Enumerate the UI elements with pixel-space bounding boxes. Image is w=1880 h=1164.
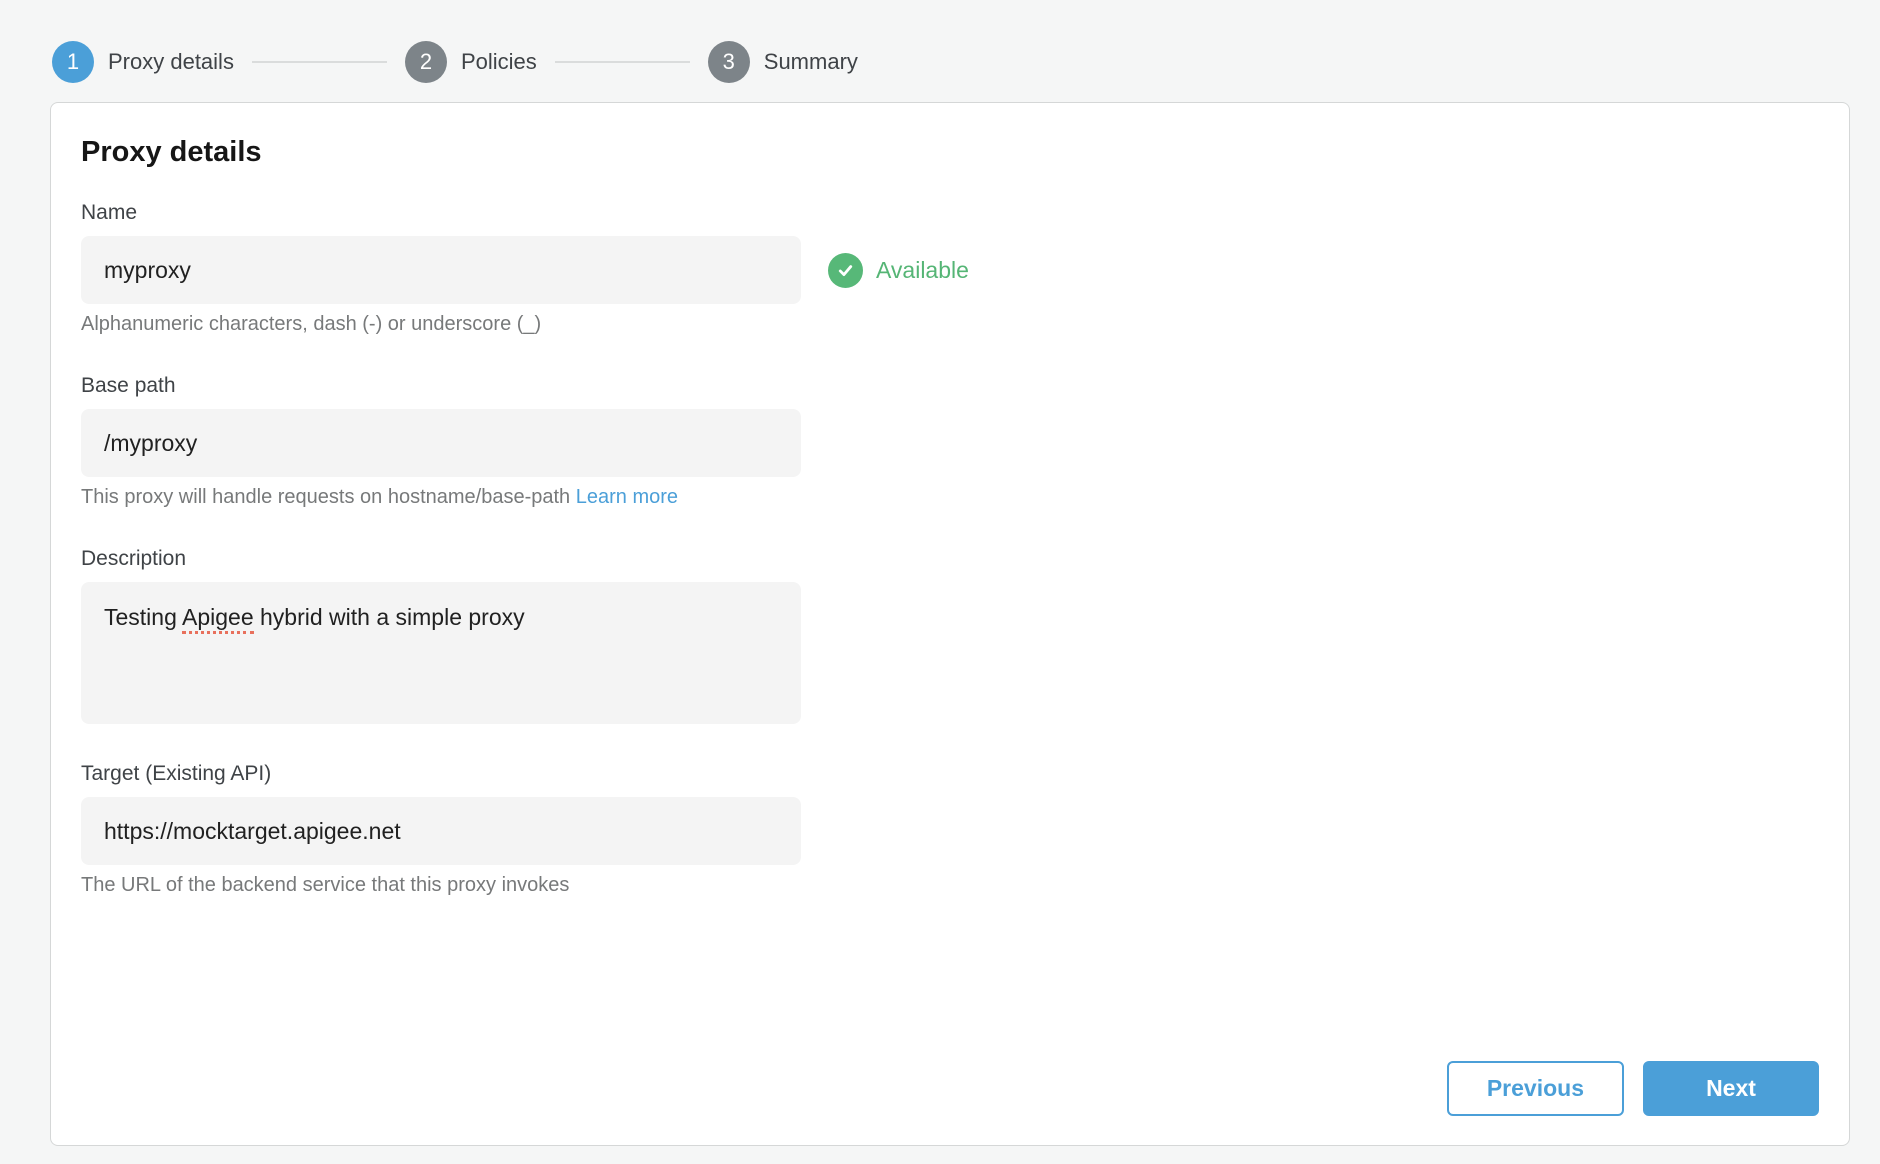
target-helper-text: The URL of the backend service that this… — [81, 874, 1819, 897]
check-circle-icon — [828, 253, 863, 288]
base-path-label: Base path — [81, 374, 1819, 398]
description-field-block: Description Testing Apigee hybrid with a… — [81, 547, 1819, 724]
description-label: Description — [81, 547, 1819, 571]
base-path-helper-label: This proxy will handle requests on hostn… — [81, 486, 570, 508]
page-title: Proxy details — [81, 136, 1819, 169]
step-3-badge: 3 — [708, 41, 750, 83]
base-path-helper-text: This proxy will handle requests on hostn… — [81, 486, 1819, 509]
name-label: Name — [81, 201, 1819, 225]
previous-button[interactable]: Previous — [1447, 1061, 1624, 1116]
availability-status: Available — [828, 253, 969, 288]
next-button[interactable]: Next — [1643, 1061, 1819, 1116]
name-helper-text: Alphanumeric characters, dash (-) or und… — [81, 313, 1819, 336]
wizard-stepper: 1 Proxy details 2 Policies 3 Summary — [0, 0, 1880, 96]
availability-label: Available — [876, 257, 969, 284]
step-policies[interactable]: 2 Policies — [405, 41, 537, 83]
step-2-badge: 2 — [405, 41, 447, 83]
step-3-label: Summary — [764, 49, 858, 75]
description-textarea[interactable]: Testing Apigee hybrid with a simple prox… — [81, 582, 801, 724]
base-path-field-block: Base path This proxy will handle request… — [81, 374, 1819, 509]
target-label: Target (Existing API) — [81, 762, 1819, 786]
step-proxy-details[interactable]: 1 Proxy details — [52, 41, 234, 83]
name-input[interactable] — [81, 236, 801, 304]
wizard-footer: Previous Next — [81, 1061, 1819, 1116]
description-text: Testing Apigee hybrid with a simple prox… — [104, 604, 525, 634]
step-1-badge: 1 — [52, 41, 94, 83]
target-input[interactable] — [81, 797, 801, 865]
base-path-input[interactable] — [81, 409, 801, 477]
name-field-block: Name Available Alphanumeric characters, … — [81, 201, 1819, 336]
step-connector — [252, 61, 387, 63]
step-2-label: Policies — [461, 49, 537, 75]
proxy-details-panel: Proxy details Name Available Alphanumeri… — [50, 102, 1850, 1146]
step-1-label: Proxy details — [108, 49, 234, 75]
target-field-block: Target (Existing API) The URL of the bac… — [81, 762, 1819, 897]
step-summary[interactable]: 3 Summary — [708, 41, 858, 83]
step-connector — [555, 61, 690, 63]
learn-more-link[interactable]: Learn more — [576, 486, 678, 508]
